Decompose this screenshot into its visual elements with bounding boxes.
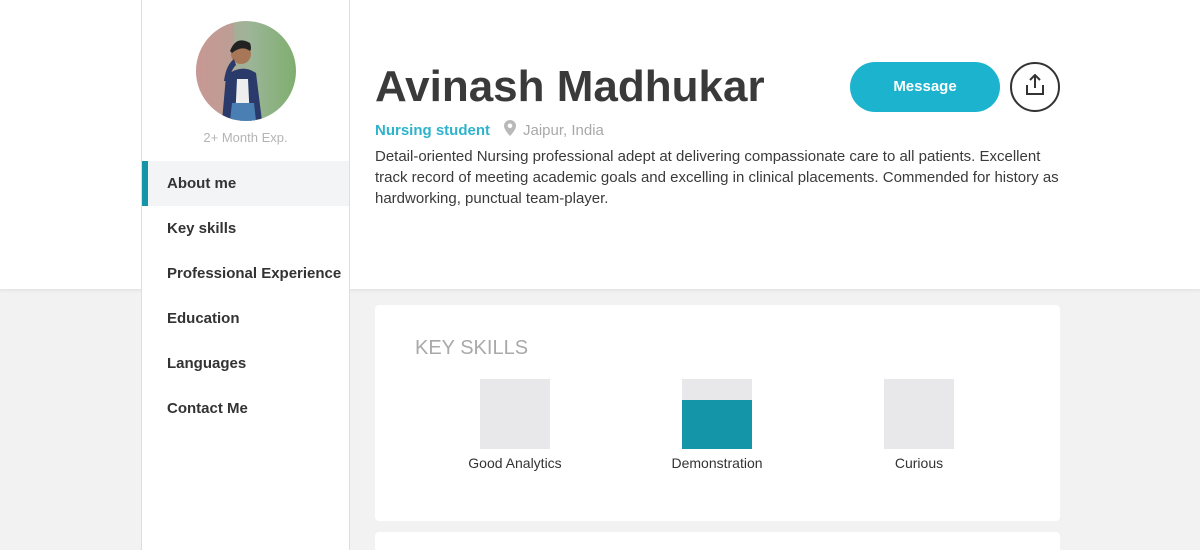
profile-name: Avinash Madhukar <box>375 62 765 111</box>
profile-role: Nursing student <box>375 121 490 139</box>
sidebar-item-professional-experience[interactable]: Professional Experience <box>142 251 349 296</box>
experience-label: 2+ Month Exp. <box>203 130 288 145</box>
skill-label: Curious <box>894 455 944 471</box>
share-upload-icon <box>1025 73 1045 101</box>
sidebar-nav: About me Key skills Professional Experie… <box>142 161 349 431</box>
message-button[interactable]: Message <box>850 62 1000 112</box>
sidebar-item-about-me[interactable]: About me <box>142 161 349 206</box>
skill-curious: Curious <box>849 379 989 471</box>
avatar <box>196 21 296 121</box>
sidebar-item-education[interactable]: Education <box>142 296 349 341</box>
skill-meter <box>480 379 550 449</box>
skill-meter-fill <box>682 400 752 449</box>
skill-meter <box>884 379 954 449</box>
key-skills-card: KEY SKILLS Good Analytics Demonstration … <box>375 305 1060 521</box>
sidebar-item-languages[interactable]: Languages <box>142 341 349 386</box>
next-section-card <box>375 532 1060 550</box>
key-skills-title: KEY SKILLS <box>415 337 529 359</box>
skill-good-analytics: Good Analytics <box>445 379 585 471</box>
sidebar-item-key-skills[interactable]: Key skills <box>142 206 349 251</box>
skill-meter <box>682 379 752 449</box>
profile-meta: Nursing student Jaipur, India <box>375 120 604 140</box>
skill-label: Demonstration <box>671 455 763 471</box>
profile-sidebar: 2+ Month Exp. About me Key skills Profes… <box>141 0 350 550</box>
sidebar-item-contact-me[interactable]: Contact Me <box>142 386 349 431</box>
skill-demonstration: Demonstration <box>647 379 787 471</box>
profile-location: Jaipur, India <box>523 121 604 139</box>
location-pin-icon <box>504 120 516 140</box>
profile-bio: Detail-oriented Nursing professional ade… <box>375 148 1059 207</box>
share-button[interactable] <box>1010 62 1060 112</box>
skill-label: Good Analytics <box>468 455 562 471</box>
